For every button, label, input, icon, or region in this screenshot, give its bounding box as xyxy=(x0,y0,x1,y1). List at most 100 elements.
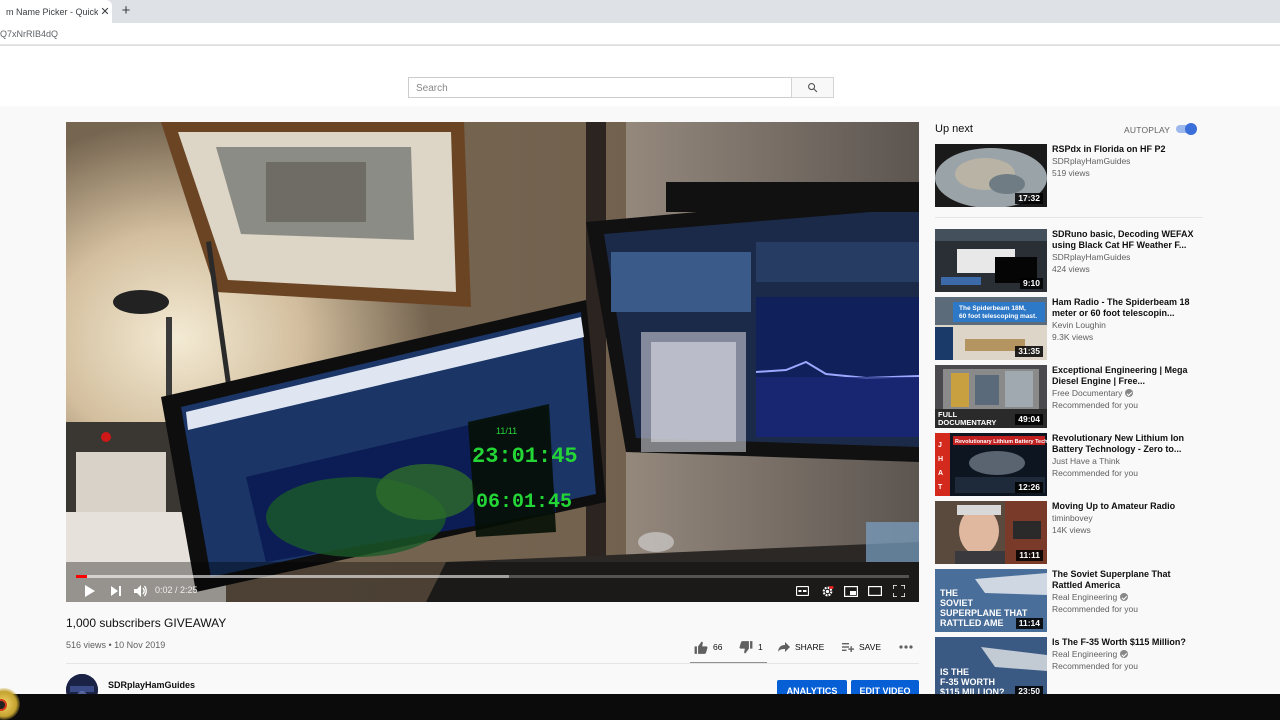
thumb-caption: Revolutionary Lithium Battery Tech xyxy=(955,439,1047,445)
verified-icon xyxy=(1120,650,1129,658)
search-button[interactable] xyxy=(791,77,834,98)
rec-title[interactable]: Ham Radio - The Spiderbeam 18 meter or 6… xyxy=(1052,297,1202,319)
save-label: SAVE xyxy=(859,642,882,652)
more-actions-button[interactable] xyxy=(899,638,918,656)
like-count: 66 xyxy=(713,642,723,652)
play-button[interactable] xyxy=(80,583,98,599)
theater-icon xyxy=(868,586,882,596)
rec-views: 519 views xyxy=(1052,168,1090,178)
thumb-caption: T xyxy=(938,484,943,491)
verified-icon xyxy=(1120,593,1129,601)
captions-button[interactable] xyxy=(794,583,810,599)
rec-channel-name: Real Engineering xyxy=(1052,592,1118,602)
new-tab-button[interactable]: + xyxy=(118,2,134,20)
settings-icon xyxy=(822,585,833,596)
dislike-icon xyxy=(739,640,753,653)
dislike-count: 1 xyxy=(758,642,763,652)
video-meta: 516 views • 10 Nov 2019 xyxy=(66,640,166,650)
progress-bar[interactable] xyxy=(76,575,909,578)
thumbnail[interactable]: THE SOVIET SUPERPLANE THAT RATTLED AME 1… xyxy=(935,569,1047,632)
rec-info: Is The F-35 Worth $115 Million? Real Eng… xyxy=(1052,637,1202,672)
list-item[interactable]: THE SOVIET SUPERPLANE THAT RATTLED AME 1… xyxy=(935,569,1203,632)
rec-title[interactable]: Moving Up to Amateur Radio xyxy=(1052,501,1202,512)
duration-badge: 17:32 xyxy=(1015,193,1043,204)
thumbnail[interactable]: 11:11 xyxy=(935,501,1047,564)
duration-badge: 49:04 xyxy=(1015,414,1043,425)
thumb-caption: DOCUMENTARY xyxy=(938,418,996,427)
info-divider xyxy=(66,663,919,664)
url-text[interactable]: Q7xNrRIB4dQ xyxy=(0,29,58,39)
list-item[interactable]: 11:11 Moving Up to Amateur Radio timinbo… xyxy=(935,501,1203,564)
like-button[interactable]: 66 xyxy=(694,638,722,656)
video-player[interactable]: 11/11 23:01:45 06:01:45 0:02 / 2:25 xyxy=(66,122,919,602)
rec-title[interactable]: The Soviet Superplane That Rattled Ameri… xyxy=(1052,569,1202,591)
rec-info: The Soviet Superplane That Rattled Ameri… xyxy=(1052,569,1202,615)
save-button[interactable]: SAVE xyxy=(842,638,881,656)
rec-title[interactable]: Exceptional Engineering | Mega Diesel En… xyxy=(1052,365,1202,387)
rec-title[interactable]: SDRuno basic, Decoding WEFAX using Black… xyxy=(1052,229,1202,251)
thumbnail[interactable]: 17:32 xyxy=(935,144,1047,207)
fullscreen-icon xyxy=(893,585,905,597)
search-input[interactable] xyxy=(409,79,791,98)
rec-views: 14K views xyxy=(1052,525,1091,535)
thumb-caption: The Spiderbeam 18M, xyxy=(959,305,1026,312)
search-icon xyxy=(808,83,818,93)
search-box[interactable] xyxy=(408,77,792,98)
browser-tab-strip: m Name Picker - Quickly P ✕ + xyxy=(0,0,1280,23)
miniplayer-button[interactable] xyxy=(843,583,859,599)
thumbnail[interactable]: IS THE F-35 WORTH $115 MILLION? 23:50 xyxy=(935,637,1047,700)
rec-title[interactable]: Revolutionary New Lithium Ion Battery Te… xyxy=(1052,433,1202,455)
duration-badge: 11:11 xyxy=(1016,550,1043,561)
verified-icon xyxy=(1125,389,1134,397)
rec-info: RSPdx in Florida on HF P2 SDRplayHamGuid… xyxy=(1052,144,1202,179)
autoplay-toggle-knob xyxy=(1185,123,1197,135)
autoplay-toggle[interactable] xyxy=(1174,123,1198,135)
thumb-caption: RATTLED AME xyxy=(940,618,1004,628)
rec-views: Recommended for you xyxy=(1052,661,1138,671)
rec-info: SDRuno basic, Decoding WEFAX using Black… xyxy=(1052,229,1202,275)
time-display: 0:02 / 2:25 xyxy=(155,585,198,595)
duration-badge: 31:35 xyxy=(1015,346,1043,357)
progress-played xyxy=(76,575,87,578)
duration-badge: 11:14 xyxy=(1015,618,1043,629)
close-icon[interactable]: ✕ xyxy=(98,5,112,18)
share-button[interactable]: SHARE xyxy=(778,638,824,656)
thumb-caption: A xyxy=(938,470,943,477)
rec-info: Ham Radio - The Spiderbeam 18 meter or 6… xyxy=(1052,297,1202,343)
rec-title[interactable]: RSPdx in Florida on HF P2 xyxy=(1052,144,1202,155)
rec-views: Recommended for you xyxy=(1052,604,1138,614)
video-frame[interactable]: 11/11 23:01:45 06:01:45 xyxy=(66,122,919,602)
rec-channel: SDRplayHamGuides xyxy=(1052,156,1131,166)
list-item[interactable]: The Spiderbeam 18M, 60 foot telescoping … xyxy=(935,297,1203,360)
address-bar[interactable]: Q7xNrRIB4dQ xyxy=(0,23,1280,45)
volume-button[interactable] xyxy=(132,583,148,599)
browser-tab[interactable]: m Name Picker - Quickly P ✕ xyxy=(0,0,112,23)
thumb-caption: THE xyxy=(940,588,958,598)
rec-info: Exceptional Engineering | Mega Diesel En… xyxy=(1052,365,1202,411)
thumbnail[interactable]: FULL DOCUMENTARY 49:04 xyxy=(935,365,1047,428)
list-item[interactable]: 9:10 SDRuno basic, Decoding WEFAX using … xyxy=(935,229,1203,292)
settings-button[interactable] xyxy=(818,583,836,599)
captions-icon xyxy=(795,586,809,596)
save-icon xyxy=(842,643,854,652)
list-item[interactable]: 17:32 RSPdx in Florida on HF P2 SDRplayH… xyxy=(935,144,1203,207)
thumbnail[interactable]: 9:10 xyxy=(935,229,1047,292)
like-icon xyxy=(694,641,708,654)
channel-name[interactable]: SDRplayHamGuides xyxy=(108,680,195,690)
next-button[interactable] xyxy=(108,583,124,599)
thumbnail[interactable]: The Spiderbeam 18M, 60 foot telescoping … xyxy=(935,297,1047,360)
theater-button[interactable] xyxy=(867,583,883,599)
screen: m Name Picker - Quickly P ✕ + Q7xNrRIB4d… xyxy=(0,0,1280,720)
list-item[interactable]: IS THE F-35 WORTH $115 MILLION? 23:50 Is… xyxy=(935,637,1203,700)
list-item[interactable]: J H A T Revolutionary Lithium Battery Te… xyxy=(935,433,1203,496)
rec-channel: Just Have a Think xyxy=(1052,456,1120,466)
rec-title[interactable]: Is The F-35 Worth $115 Million? xyxy=(1052,637,1202,648)
duration-badge: 9:10 xyxy=(1019,278,1043,289)
video-actions: 66 1 SHARE SAVE xyxy=(690,638,920,664)
dislike-button[interactable]: 1 xyxy=(739,638,763,656)
thumbnail[interactable]: J H A T Revolutionary Lithium Battery Te… xyxy=(935,433,1047,496)
list-item[interactable]: FULL DOCUMENTARY 49:04 Exceptional Engin… xyxy=(935,365,1203,428)
thumb-caption: SOVIET xyxy=(940,598,974,608)
fullscreen-button[interactable] xyxy=(891,583,907,599)
progress-buffered xyxy=(76,575,510,578)
